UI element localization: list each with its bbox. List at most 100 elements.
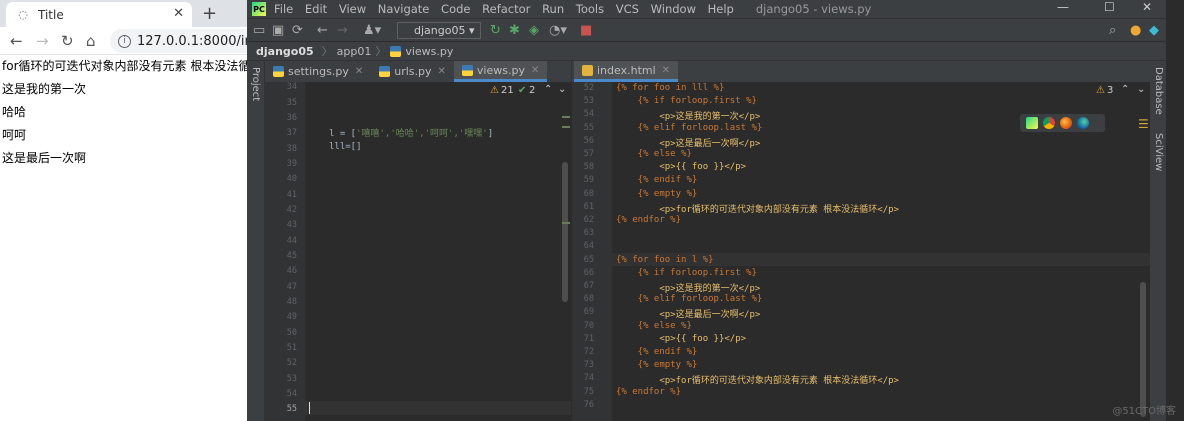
menu-navigate[interactable]: Navigate [378, 2, 430, 16]
code-line: <p>这是我的第一次</p> [616, 284, 761, 294]
menu-vcs[interactable]: VCS [616, 2, 639, 16]
line-number: 62 [583, 215, 594, 225]
tab-label: index.html [597, 63, 656, 77]
current-line-highlight [305, 401, 571, 415]
tab-urls-py[interactable]: urls.py ✕ [371, 61, 454, 82]
chevron-up-icon[interactable]: ⌃ [544, 84, 552, 95]
close-tab-icon[interactable]: ✕ [438, 66, 446, 77]
search-icon[interactable]: ⌕ [1109, 23, 1116, 38]
plugin-icon[interactable]: ◆ [1149, 23, 1159, 38]
menu-file[interactable]: File [274, 2, 293, 16]
update-icon[interactable]: ● [1130, 23, 1141, 38]
info-icon[interactable]: i [118, 34, 131, 48]
stop-icon[interactable]: ■ [580, 23, 592, 38]
warning-icon[interactable]: ⚠ [1096, 85, 1105, 96]
user-icon[interactable]: ♟▾ [363, 23, 381, 38]
firefox-icon[interactable] [1060, 117, 1072, 129]
project-tool-button[interactable]: Project [250, 67, 261, 101]
close-tab-icon[interactable]: ✕ [531, 65, 539, 76]
chevron-up-icon[interactable]: ⌃ [1121, 84, 1129, 95]
maximize-button[interactable]: ☐ [1104, 0, 1115, 14]
address-bar[interactable]: i 127.0.0.1:8000/index/ [110, 29, 247, 53]
profile-icon[interactable]: ◔▾ [549, 23, 567, 38]
line-number: 41 [286, 190, 297, 200]
menu-view[interactable]: View [339, 2, 366, 16]
code-line: {% if forloop.first %} [616, 267, 757, 278]
minimize-button[interactable]: — [1057, 0, 1069, 14]
left-tool-strip: Project [247, 61, 265, 421]
database-tool-button[interactable]: Database [1153, 67, 1164, 115]
line-number: 47 [286, 282, 297, 292]
breadcrumb-project[interactable]: django05 [256, 45, 314, 58]
chevron-down-icon[interactable]: ⌄ [1137, 84, 1145, 95]
forward-button[interactable]: → [36, 32, 49, 50]
menu-refactor[interactable]: Refactor [482, 2, 530, 16]
menu-edit[interactable]: Edit [305, 2, 327, 16]
right-tool-strip: Database SciView [1150, 61, 1166, 421]
tab-views-py[interactable]: views.py ✕ [453, 61, 548, 82]
back-icon[interactable]: ← [317, 23, 328, 38]
left-scrollbar-thumb[interactable] [562, 162, 568, 302]
warning-count: 3 [1107, 85, 1114, 96]
code-line: <p>这是我的第一次</p> [616, 112, 761, 123]
forward-icon[interactable]: → [337, 23, 348, 38]
close-window-button[interactable]: ✕ [1142, 0, 1152, 14]
right-scrollbar-thumb[interactable] [1140, 282, 1146, 417]
main-toolbar: ▭ ▣ ⟳ ← → ♟▾ django05 ▾ ↻ ✱ ◈ ◔▾ ■ ⌕ ● ◆ [247, 18, 1184, 42]
right-editor[interactable]: ⚠ 3 ⌃ ⌄ 52 {% for foo in lll %} 53 {% if f… [572, 82, 1150, 421]
warning-icon[interactable]: ⚠ [490, 85, 499, 96]
save-icon[interactable]: ▣ [272, 23, 284, 38]
open-folder-icon[interactable]: ▭ [253, 23, 265, 38]
outer-right-strip [1166, 0, 1184, 421]
code-line: {% endif %} [616, 175, 698, 186]
debug-icon[interactable]: ✱ [509, 23, 520, 38]
left-editor[interactable]: ⚠ 21 ✔ 2 ⌃ ⌄ 34 35 36 37 38 39 40 41 42 … [265, 82, 571, 421]
ok-count: 2 [529, 85, 536, 96]
line-number: 75 [583, 386, 594, 397]
tab-settings-py[interactable]: settings.py ✕ [265, 61, 371, 82]
code-line: {% endfor %} [616, 386, 682, 397]
change-marker [562, 116, 570, 118]
change-marker [562, 222, 570, 224]
browser-tab[interactable]: ◌ Title ✕ [6, 2, 192, 27]
run-config-select[interactable]: django05 ▾ [397, 22, 481, 39]
menu-run[interactable]: Run [542, 2, 564, 16]
chrome-icon[interactable] [1043, 117, 1055, 129]
menu-code[interactable]: Code [441, 2, 470, 16]
close-tab-icon[interactable]: ✕ [173, 6, 184, 21]
warning-count: 21 [501, 85, 514, 96]
page-line: 呵呵 [2, 128, 27, 142]
chevron-down-icon[interactable]: ⌄ [558, 84, 566, 95]
line-number: 53 [286, 374, 297, 384]
breadcrumb-file[interactable]: views.py [405, 45, 453, 58]
sciview-tool-button[interactable]: SciView [1153, 133, 1164, 171]
back-button[interactable]: ← [10, 32, 23, 50]
ide-title-bar: PC File Edit View Navigate Code Refactor… [247, 0, 1184, 18]
code-line: {% for foo in l %} [616, 254, 714, 265]
menu-lines-icon[interactable]: ☰ [1138, 117, 1149, 131]
tab-index-html[interactable]: index.html ✕ [574, 61, 679, 82]
line-number: 70 [583, 320, 594, 331]
menu-window[interactable]: Window [651, 2, 696, 16]
home-button[interactable]: ⌂ [86, 32, 96, 50]
line-number: 55 [583, 122, 594, 133]
line-number: 49 [286, 312, 297, 322]
close-tab-icon[interactable]: ✕ [662, 65, 670, 76]
breadcrumb-separator: 〉 [375, 45, 387, 58]
line-number: 39 [286, 159, 297, 169]
edge-icon[interactable] [1077, 117, 1089, 129]
check-icon[interactable]: ✔ [518, 85, 526, 96]
new-tab-button[interactable]: + [202, 3, 217, 24]
menu-tools[interactable]: Tools [576, 2, 604, 16]
breadcrumb-folder[interactable]: app01 [337, 45, 372, 58]
breadcrumb-separator: 〉 [321, 45, 333, 58]
pycharm-window: PC File Edit View Navigate Code Refactor… [247, 0, 1184, 421]
reload-button[interactable]: ↻ [61, 32, 74, 50]
menu-help[interactable]: Help [708, 2, 734, 16]
pycharm-preview-icon[interactable] [1026, 117, 1038, 129]
sync-icon[interactable]: ⟳ [292, 23, 303, 38]
close-tab-icon[interactable]: ✕ [355, 66, 363, 77]
coverage-icon[interactable]: ◈ [529, 23, 539, 38]
rerun-icon[interactable]: ↻ [490, 23, 501, 38]
line-number: 76 [583, 399, 594, 410]
